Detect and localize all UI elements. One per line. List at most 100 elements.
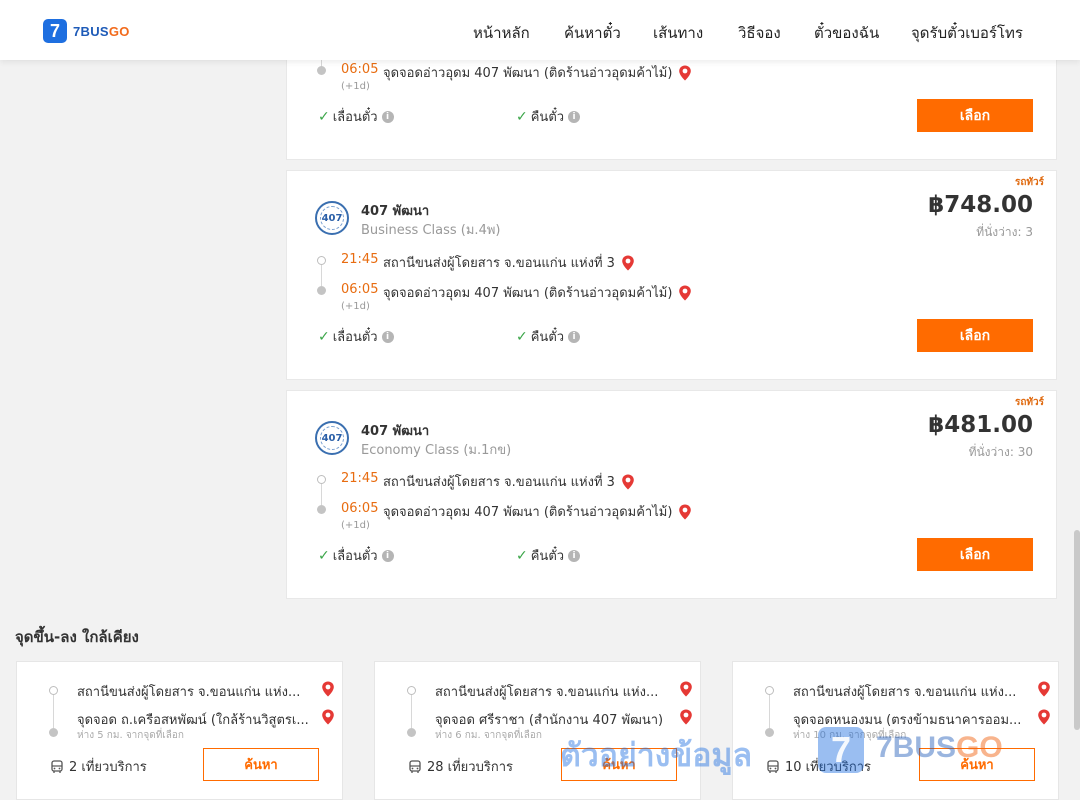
- feature-label: เลื่อนตั๋ว: [332, 549, 378, 564]
- select-trip-button[interactable]: เลือก: [917, 319, 1033, 352]
- next-day-label: (+1d): [341, 81, 370, 92]
- map-pin-icon[interactable]: [621, 255, 635, 271]
- timeline-dot-arrive: [317, 66, 326, 75]
- map-pin-icon[interactable]: [1037, 681, 1051, 697]
- info-icon[interactable]: i: [381, 110, 394, 123]
- operator-logo: 407: [315, 201, 349, 235]
- info-icon[interactable]: i: [568, 110, 581, 123]
- nearby-from: สถานีขนส่งผู้โดยสาร จ.ขอนแก่น แห่ง...: [435, 685, 659, 700]
- logo-text-go: GO: [108, 23, 130, 39]
- nav-search-ticket[interactable]: ค้นหาตั๋ว: [564, 21, 621, 45]
- depart-time: 21:45: [341, 252, 379, 267]
- nearby-to: จุดจอด ถ.เครือสหพัฒน์ (ใกล้ร้านวิสูตรเ..…: [77, 713, 309, 728]
- bus-class: Business Class (ม.4พ): [361, 223, 501, 238]
- operator-logo-text: 407: [321, 212, 343, 224]
- watermark-brand: 7BUSGO: [876, 731, 1003, 765]
- arrive-place[interactable]: จุดจอดอ่าวอุดม 407 พัฒนา (ติดร้านอ่าวอุด…: [383, 501, 692, 522]
- nearby-distance: ห่าง 5 กม. จากจุดที่เลือก: [77, 730, 184, 741]
- bus-class: Economy Class (ม.1กข): [361, 443, 512, 458]
- timeline-dot-depart: [765, 686, 774, 695]
- nav-routes[interactable]: เส้นทาง: [653, 21, 703, 45]
- nav-home[interactable]: หน้าหลัก: [473, 21, 530, 45]
- arrive-place-label: จุดจอดอ่าวอุดม 407 พัฒนา (ติดร้านอ่าวอุด…: [383, 505, 673, 520]
- seats-available: ที่นั่งว่าง: 3: [976, 225, 1033, 239]
- map-pin-icon[interactable]: [678, 504, 692, 520]
- nearby-section-title: จุดขึ้น-ลง ใกล้เคียง: [15, 628, 139, 646]
- nearby-from: สถานีขนส่งผู้โดยสาร จ.ขอนแก่น แห่ง...: [77, 685, 301, 700]
- logo-text: 7BUSGO: [73, 24, 130, 39]
- watermark-brand-main: 7BUS: [876, 731, 957, 764]
- ticket-price: ฿481.00: [928, 412, 1033, 438]
- map-pin-icon[interactable]: [679, 709, 693, 725]
- timeline-dot-arrive: [407, 728, 416, 737]
- page-scrollbar[interactable]: [1074, 530, 1080, 730]
- trips-count: 28 เที่ยวบริการ: [427, 760, 513, 775]
- timeline-line: [321, 265, 322, 286]
- nav-my-tickets[interactable]: ตั๋วของฉัน: [814, 21, 879, 45]
- select-trip-button[interactable]: เลือก: [917, 99, 1033, 132]
- tour-bus-tag: รถทัวร์: [1014, 397, 1044, 408]
- logo-text-main: 7BUS: [73, 23, 109, 39]
- select-trip-button[interactable]: เลือก: [917, 538, 1033, 571]
- change-ticket-feature: ✓ เลื่อนตั๋ว i: [318, 326, 394, 347]
- map-pin-icon[interactable]: [621, 474, 635, 490]
- ticket-price: ฿748.00: [928, 192, 1033, 218]
- next-day-label: (+1d): [341, 301, 370, 312]
- depart-place-label: สถานีขนส่งผู้โดยสาร จ.ขอนแก่น แห่งที่ 3: [383, 256, 615, 271]
- map-pin-icon[interactable]: [321, 709, 335, 725]
- watermark-text: ตัวอย่างข้อมูล: [560, 736, 753, 774]
- operator-name: 407 พัฒนา: [361, 424, 430, 439]
- timeline-dot-arrive: [765, 728, 774, 737]
- top-header: 7 7BUSGO หน้าหลัก ค้นหาตั๋ว เส้นทาง วิธี…: [0, 0, 1080, 60]
- feature-label: คืนตั๋ว: [530, 330, 565, 345]
- tour-bus-tag: รถทัวร์: [1014, 177, 1044, 188]
- map-pin-icon[interactable]: [321, 681, 335, 697]
- info-icon[interactable]: i: [568, 549, 581, 562]
- trip-card: รถทัวร์ 407 407 พัฒนา Economy Class (ม.1…: [286, 390, 1057, 599]
- check-icon: ✓: [516, 328, 528, 345]
- logo-badge: 7: [43, 19, 67, 43]
- nearby-search-button[interactable]: ค้นหา: [203, 748, 319, 781]
- nav-ticket-pickup[interactable]: จุดรับตั๋วเบอร์โทร: [911, 21, 1023, 45]
- nearby-card: สถานีขนส่งผู้โดยสาร จ.ขอนแก่น แห่ง... จุ…: [16, 661, 343, 800]
- arrive-time: 06:05: [341, 282, 379, 297]
- depart-place-label: สถานีขนส่งผู้โดยสาร จ.ขอนแก่น แห่งที่ 3: [383, 475, 615, 490]
- arrive-place-label: จุดจอดอ่าวอุดม 407 พัฒนา (ติดร้านอ่าวอุด…: [383, 286, 673, 301]
- timeline-line: [53, 695, 54, 728]
- check-icon: ✓: [318, 547, 330, 564]
- timeline-line: [321, 484, 322, 505]
- watermark-logo-badge: 7: [818, 727, 864, 773]
- depart-place[interactable]: สถานีขนส่งผู้โดยสาร จ.ขอนแก่น แห่งที่ 3: [383, 252, 635, 273]
- trips-count: 2 เที่ยวบริการ: [69, 760, 147, 775]
- timeline-line: [411, 695, 412, 728]
- bus-icon: [767, 759, 779, 773]
- operator-name: 407 พัฒนา: [361, 204, 430, 219]
- refund-ticket-feature: ✓ คืนตั๋ว i: [516, 326, 581, 347]
- timeline-dot-depart: [49, 686, 58, 695]
- operator-logo-text: 407: [321, 432, 343, 444]
- depart-place[interactable]: สถานีขนส่งผู้โดยสาร จ.ขอนแก่น แห่งที่ 3: [383, 471, 635, 492]
- arrive-place-label: จุดจอดอ่าวอุดม 407 พัฒนา (ติดร้านอ่าวอุด…: [383, 66, 673, 81]
- timeline-dot-depart: [407, 686, 416, 695]
- check-icon: ✓: [318, 328, 330, 345]
- operator-logo: 407: [315, 421, 349, 455]
- watermark-brand-go: GO: [956, 731, 1003, 764]
- map-pin-icon[interactable]: [678, 285, 692, 301]
- map-pin-icon[interactable]: [679, 681, 693, 697]
- feature-label: เลื่อนตั๋ว: [332, 330, 378, 345]
- timeline-dot-arrive: [49, 728, 58, 737]
- arrive-place[interactable]: จุดจอดอ่าวอุดม 407 พัฒนา (ติดร้านอ่าวอุด…: [383, 62, 692, 83]
- info-icon[interactable]: i: [381, 330, 394, 343]
- nav-how-to-book[interactable]: วิธีจอง: [738, 21, 781, 45]
- check-icon: ✓: [516, 108, 528, 125]
- info-icon[interactable]: i: [568, 330, 581, 343]
- trip-card: รถทัวร์ 407 407 พัฒนา Business Class (ม.…: [286, 170, 1057, 380]
- site-logo[interactable]: 7 7BUSGO: [43, 19, 130, 43]
- map-pin-icon[interactable]: [1037, 709, 1051, 725]
- info-icon[interactable]: i: [381, 549, 394, 562]
- nearby-distance: ห่าง 6 กม. จากจุดที่เลือก: [435, 730, 542, 741]
- nearby-to: จุดจอด ศรีราชา (สำนักงาน 407 พัฒนา): [435, 713, 664, 728]
- map-pin-icon[interactable]: [678, 65, 692, 81]
- arrive-place[interactable]: จุดจอดอ่าวอุดม 407 พัฒนา (ติดร้านอ่าวอุด…: [383, 282, 692, 303]
- change-ticket-feature: ✓ เลื่อนตั๋ว i: [318, 106, 394, 127]
